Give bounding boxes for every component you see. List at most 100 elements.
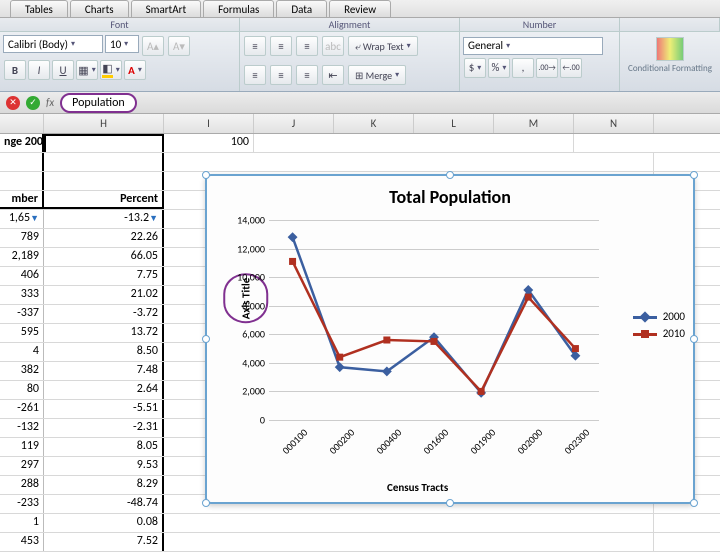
cell-percent[interactable]: -13.2▼ [44, 210, 164, 228]
underline-button[interactable]: U [52, 60, 74, 80]
orientation-icon[interactable]: abc [322, 36, 344, 56]
decrease-font-icon[interactable]: A▾ [168, 36, 190, 56]
formula-input[interactable]: Population [60, 93, 137, 113]
font-color-button[interactable]: A [124, 60, 146, 80]
font-name-select[interactable]: Calibri (Body) [3, 35, 103, 53]
cell-number[interactable]: 333 [0, 286, 44, 304]
ribbon-number-group: General $ % , .00→ ←.00 [460, 32, 620, 91]
col-I[interactable]: I [164, 114, 254, 133]
cell-percent[interactable]: 8.29 [44, 476, 164, 494]
cell-percent[interactable]: 66.05 [44, 248, 164, 266]
group-label-empty [620, 18, 720, 31]
cell-percent[interactable]: 9.53 [44, 457, 164, 475]
group-label-font: Font [0, 18, 240, 31]
col-M[interactable]: M [494, 114, 574, 133]
resize-handle[interactable] [690, 335, 698, 343]
tab-smartart[interactable]: SmartArt [131, 0, 202, 17]
dec-dec-button[interactable]: ←.00 [560, 58, 582, 78]
bold-button[interactable]: B [4, 60, 26, 80]
cell-percent[interactable]: 0.08 [44, 514, 164, 532]
conditional-formatting-button[interactable]: Conditional Formatting [620, 32, 720, 91]
cell-percent[interactable]: -2.31 [44, 419, 164, 437]
percent-button[interactable]: % [488, 58, 510, 78]
cell-percent[interactable]: 21.02 [44, 286, 164, 304]
border-button[interactable]: ▦ [76, 60, 98, 80]
align-bot-icon[interactable]: ≡ [296, 36, 318, 56]
resize-handle[interactable] [202, 335, 210, 343]
cell-percent[interactable]: -5.51 [44, 400, 164, 418]
tab-review[interactable]: Review [329, 0, 391, 17]
col-K[interactable]: K [334, 114, 414, 133]
cell-number[interactable]: -337 [0, 305, 44, 323]
resize-handle[interactable] [446, 499, 454, 507]
cell-number[interactable]: -261 [0, 400, 44, 418]
increase-font-icon[interactable]: A▴ [142, 36, 164, 56]
wrap-text-button[interactable]: ⤶ Wrap Text [348, 36, 418, 56]
cell-number[interactable]: 119 [0, 438, 44, 456]
italic-button[interactable]: I [28, 60, 50, 80]
cell-percent[interactable]: 7.52 [44, 533, 164, 551]
cell-percent[interactable]: -3.72 [44, 305, 164, 323]
fill-color-button[interactable]: ◧ [100, 60, 122, 80]
merge-button[interactable]: ⊞ Merge [348, 65, 406, 85]
chart-legend[interactable]: 2000 2010 [633, 306, 685, 344]
cell-number[interactable]: -132 [0, 419, 44, 437]
indent-dec-icon[interactable]: ⇤ [322, 65, 344, 85]
cancel-icon[interactable]: ✕ [6, 96, 20, 110]
align-mid-icon[interactable]: ≡ [270, 36, 292, 56]
cell-percent[interactable]: 7.75 [44, 267, 164, 285]
group-label-alignment: Alignment [240, 18, 460, 31]
cell-percent[interactable]: 22.26 [44, 229, 164, 247]
cell-number[interactable]: 1,65▼ [0, 210, 44, 228]
cell-number[interactable]: 789 [0, 229, 44, 247]
plot-area[interactable]: 02,0004,0006,0008,00010,00012,00014,0000… [269, 220, 599, 420]
ribbon-tabs: TablesChartsSmartArtFormulasDataReview [0, 0, 720, 18]
ribbon-font-group: Calibri (Body) 10 A▴ A▾ B I U ▦ ◧ A [0, 32, 240, 91]
resize-handle[interactable] [202, 499, 210, 507]
resize-handle[interactable] [690, 171, 698, 179]
resize-handle[interactable] [446, 171, 454, 179]
cell-number[interactable]: 1 [0, 514, 44, 532]
col-J[interactable]: J [254, 114, 334, 133]
cell-number[interactable]: 453 [0, 533, 44, 551]
align-center-icon[interactable]: ≡ [270, 65, 292, 85]
tab-charts[interactable]: Charts [70, 0, 129, 17]
cell-percent[interactable]: 8.50 [44, 343, 164, 361]
col-N[interactable]: N [574, 114, 654, 133]
dec-inc-button[interactable]: .00→ [536, 58, 558, 78]
column-headers: H I J K L M N [0, 114, 720, 134]
align-top-icon[interactable]: ≡ [244, 36, 266, 56]
cell-percent[interactable]: 7.48 [44, 362, 164, 380]
tab-tables[interactable]: Tables [10, 0, 68, 17]
cell-number[interactable]: 406 [0, 267, 44, 285]
accept-icon[interactable]: ✓ [26, 96, 40, 110]
fx-label[interactable]: fx [46, 96, 54, 109]
cell-number[interactable]: 288 [0, 476, 44, 494]
col-H[interactable]: H [44, 114, 164, 133]
currency-button[interactable]: $ [464, 58, 486, 78]
cell-number[interactable]: 595 [0, 324, 44, 342]
comma-button[interactable]: , [512, 58, 534, 78]
align-left-icon[interactable]: ≡ [244, 65, 266, 85]
resize-handle[interactable] [202, 171, 210, 179]
cell-number[interactable]: 4 [0, 343, 44, 361]
chart-object[interactable]: Total Population Axis Title 02,0004,0006… [205, 174, 695, 504]
resize-handle[interactable] [690, 499, 698, 507]
cell-percent[interactable]: 8.05 [44, 438, 164, 456]
cell-number[interactable]: 382 [0, 362, 44, 380]
cell-percent[interactable]: 13.72 [44, 324, 164, 342]
cell-number[interactable]: -233 [0, 495, 44, 513]
cell-percent[interactable]: 2.64 [44, 381, 164, 399]
cell-number[interactable]: 297 [0, 457, 44, 475]
align-right-icon[interactable]: ≡ [296, 65, 318, 85]
col-L[interactable]: L [414, 114, 494, 133]
cell-number[interactable]: 2,189 [0, 248, 44, 266]
cell-percent[interactable]: -48.74 [44, 495, 164, 513]
tab-data[interactable]: Data [276, 0, 327, 17]
font-size-select[interactable]: 10 [105, 35, 139, 53]
number-format-select[interactable]: General [463, 37, 603, 55]
tab-formulas[interactable]: Formulas [203, 0, 274, 17]
group-label-number: Number [460, 18, 620, 31]
cell-number[interactable]: 80 [0, 381, 44, 399]
chart-title[interactable]: Total Population [207, 176, 693, 212]
